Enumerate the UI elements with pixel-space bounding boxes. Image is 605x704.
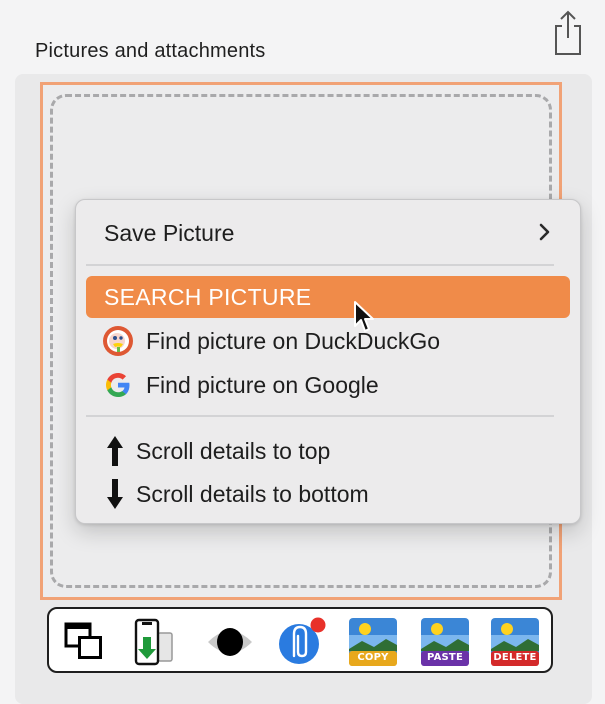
menu-item-save-picture[interactable]: Save Picture (86, 212, 570, 254)
menu-item-label: Find picture on DuckDuckGo (146, 327, 441, 354)
copy-label: COPY (357, 652, 389, 663)
import-from-device-button[interactable] (129, 617, 181, 667)
arrow-up-icon (107, 436, 123, 466)
paste-label: PASTE (426, 652, 463, 663)
arrow-down-icon (107, 479, 123, 509)
paste-picture-button[interactable]: PASTE (419, 617, 471, 667)
mouse-pointer-icon (354, 301, 374, 332)
menu-separator (86, 264, 554, 266)
menu-item-label: Scroll details to bottom (136, 480, 369, 507)
menu-item-label: Find picture on Google (146, 371, 379, 398)
attachments-button[interactable] (277, 617, 329, 667)
preview-button[interactable] (204, 617, 256, 667)
menu-item-find-google[interactable]: Find picture on Google (86, 364, 570, 406)
paperclip-icon (279, 617, 326, 664)
menu-item-find-duckduckgo[interactable]: Find picture on DuckDuckGo (86, 320, 570, 362)
share-icon (555, 10, 581, 55)
delete-label: DELETE (493, 652, 537, 663)
copy-picture-button[interactable]: COPY (347, 617, 399, 667)
duckduckgo-icon (102, 325, 134, 357)
delete-picture-button[interactable]: DELETE (489, 617, 541, 667)
windows-icon (64, 622, 102, 659)
screenshot-button[interactable] (59, 617, 111, 667)
google-icon (102, 369, 134, 401)
phone-download-icon (134, 618, 173, 666)
menu-item-label: Scroll details to top (136, 437, 331, 464)
eye-icon (208, 628, 252, 656)
attachment-toolbar: COPY PASTE DELETE (47, 607, 553, 673)
menu-separator (86, 415, 554, 417)
chevron-right-icon (539, 223, 550, 241)
menu-item-scroll-bottom[interactable]: Scroll details to bottom (86, 473, 570, 515)
menu-item-scroll-top[interactable]: Scroll details to top (86, 430, 570, 472)
menu-item-label: Save Picture (104, 219, 235, 246)
panel-title: Pictures and attachments (35, 40, 266, 62)
context-menu: Save Picture SEARCH PICTURE Find picture… (75, 199, 581, 524)
menu-item-label: SEARCH PICTURE (104, 283, 312, 310)
menu-item-search-picture[interactable]: SEARCH PICTURE (86, 276, 570, 318)
share-button[interactable] (548, 8, 588, 58)
